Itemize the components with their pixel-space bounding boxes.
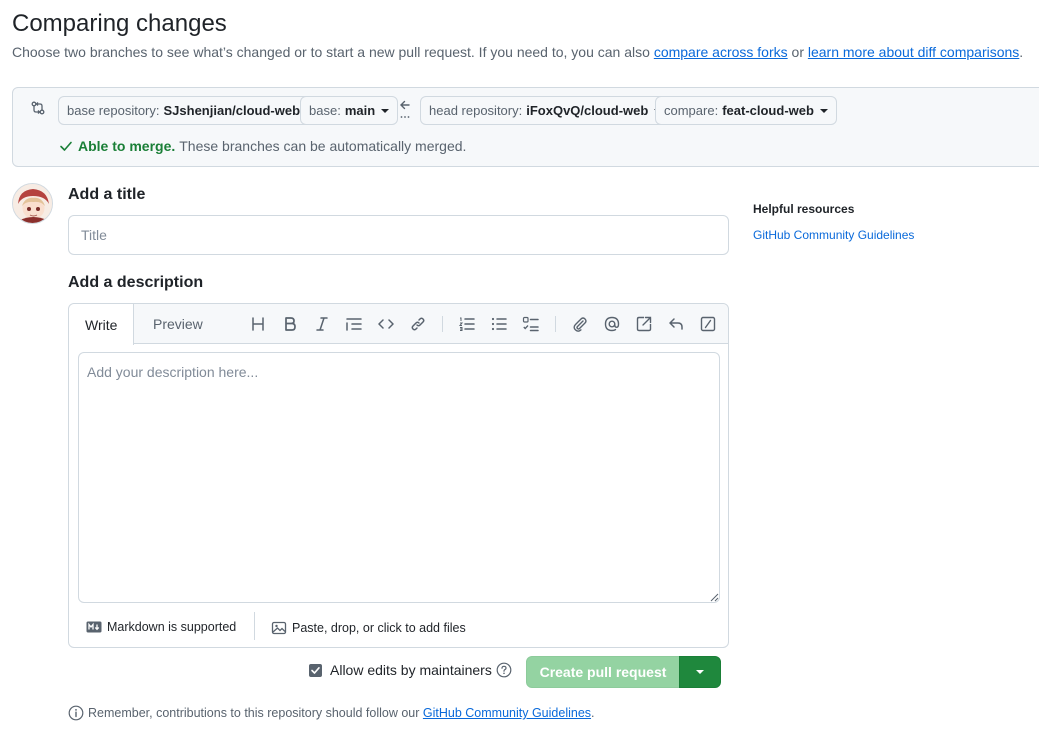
markdown-supported-text: Markdown is supported bbox=[107, 620, 237, 634]
page-subtitle: Choose two branches to see what’s change… bbox=[12, 44, 1023, 60]
head-repository-label: head repository: bbox=[429, 103, 523, 118]
editor-footer: Markdown is supported Paste, drop, or cl… bbox=[69, 610, 728, 648]
reference-icon[interactable] bbox=[635, 315, 653, 333]
base-branch-label: base: bbox=[309, 103, 341, 118]
avatar bbox=[12, 183, 53, 224]
toolbar-divider bbox=[442, 316, 443, 332]
merge-status-detail: These branches can be automatically merg… bbox=[179, 138, 467, 154]
sidebar-community-guidelines-link[interactable]: GitHub Community Guidelines bbox=[753, 228, 914, 242]
learn-more-diff-link[interactable]: learn more about diff comparisons bbox=[808, 44, 1019, 60]
compare-branch-label: compare: bbox=[664, 103, 719, 118]
base-repository-value: SJshenjian/cloud-web bbox=[163, 103, 301, 118]
description-label: Add a description bbox=[68, 274, 204, 291]
arrow-left-icon bbox=[400, 100, 410, 118]
ordered-list-icon[interactable] bbox=[458, 315, 476, 333]
saved-reply-icon[interactable] bbox=[667, 315, 685, 333]
quote-icon[interactable] bbox=[345, 315, 363, 333]
description-textarea[interactable] bbox=[78, 352, 720, 603]
compare-across-forks-link[interactable]: compare across forks bbox=[654, 44, 788, 60]
title-input[interactable] bbox=[68, 215, 729, 255]
unordered-list-icon[interactable] bbox=[490, 315, 508, 333]
task-list-icon[interactable] bbox=[522, 315, 540, 333]
contribution-note-text: Remember, contributions to this reposito… bbox=[88, 706, 420, 720]
community-guidelines-link[interactable]: GitHub Community Guidelines bbox=[423, 706, 591, 720]
helpful-resources-title: Helpful resources bbox=[753, 202, 855, 216]
slash-command-icon[interactable] bbox=[699, 315, 717, 333]
contribution-note: Remember, contributions to this reposito… bbox=[68, 705, 595, 721]
check-icon bbox=[60, 141, 72, 151]
head-repository-select[interactable]: head repository: iFoxQvQ/cloud-web bbox=[420, 96, 672, 125]
attach-files-text: Paste, drop, or click to add files bbox=[292, 621, 466, 635]
link-icon[interactable] bbox=[409, 315, 427, 333]
italic-icon[interactable] bbox=[313, 315, 331, 333]
compare-branch-value: feat-cloud-web bbox=[722, 103, 814, 118]
subtitle-or: or bbox=[791, 44, 804, 60]
markdown-icon bbox=[86, 621, 102, 633]
merge-status-label: Able to merge. bbox=[78, 138, 176, 154]
range-editor: base repository: SJshenjian/cloud-web bas… bbox=[12, 87, 1039, 167]
toolbar-divider bbox=[555, 316, 556, 332]
allow-edits-row: Allow edits by maintainers bbox=[309, 662, 512, 678]
code-icon[interactable] bbox=[377, 315, 395, 333]
tab-write[interactable]: Write bbox=[69, 304, 135, 345]
base-repository-label: base repository: bbox=[67, 103, 160, 118]
question-icon[interactable] bbox=[496, 662, 512, 678]
page-title: Comparing changes bbox=[12, 10, 227, 37]
compare-branch-select[interactable]: compare: feat-cloud-web bbox=[655, 96, 837, 125]
head-repository-value: iFoxQvQ/cloud-web bbox=[526, 103, 649, 118]
description-editor: Write Preview Add your description here.… bbox=[68, 303, 729, 648]
create-pull-request-button[interactable]: Create pull request bbox=[526, 656, 680, 688]
image-icon bbox=[271, 621, 287, 635]
attach-files-button[interactable]: Paste, drop, or click to add files bbox=[271, 620, 466, 636]
caret-down-icon bbox=[381, 108, 390, 113]
create-options-dropdown[interactable] bbox=[679, 656, 721, 688]
git-compare-icon bbox=[31, 101, 45, 115]
info-icon bbox=[68, 705, 84, 721]
footer-divider bbox=[254, 612, 255, 640]
contribution-note-suffix: . bbox=[591, 706, 595, 720]
subtitle-text: Choose two branches to see what’s change… bbox=[12, 44, 650, 60]
markdown-supported-link[interactable]: Markdown is supported bbox=[86, 620, 236, 634]
title-label: Add a title bbox=[68, 186, 146, 203]
subtitle-suffix: . bbox=[1019, 44, 1024, 60]
heading-icon[interactable] bbox=[249, 315, 267, 333]
attach-icon[interactable] bbox=[571, 315, 589, 333]
merge-status: Able to merge. These branches can be aut… bbox=[59, 138, 466, 154]
mention-icon[interactable] bbox=[603, 315, 621, 333]
editor-toolbar: Write Preview bbox=[69, 304, 728, 345]
resize-handle-icon[interactable] bbox=[709, 592, 719, 602]
allow-edits-checkbox[interactable] bbox=[309, 663, 322, 677]
allow-edits-label[interactable]: Allow edits by maintainers bbox=[330, 662, 492, 678]
caret-down-icon bbox=[696, 670, 704, 674]
base-branch-value: main bbox=[344, 103, 376, 118]
bold-icon[interactable] bbox=[281, 315, 299, 333]
base-repository-select[interactable]: base repository: SJshenjian/cloud-web bbox=[58, 96, 324, 125]
tab-preview[interactable]: Preview bbox=[137, 304, 219, 344]
base-branch-select[interactable]: base: main bbox=[300, 96, 399, 125]
caret-down-icon bbox=[819, 108, 828, 113]
